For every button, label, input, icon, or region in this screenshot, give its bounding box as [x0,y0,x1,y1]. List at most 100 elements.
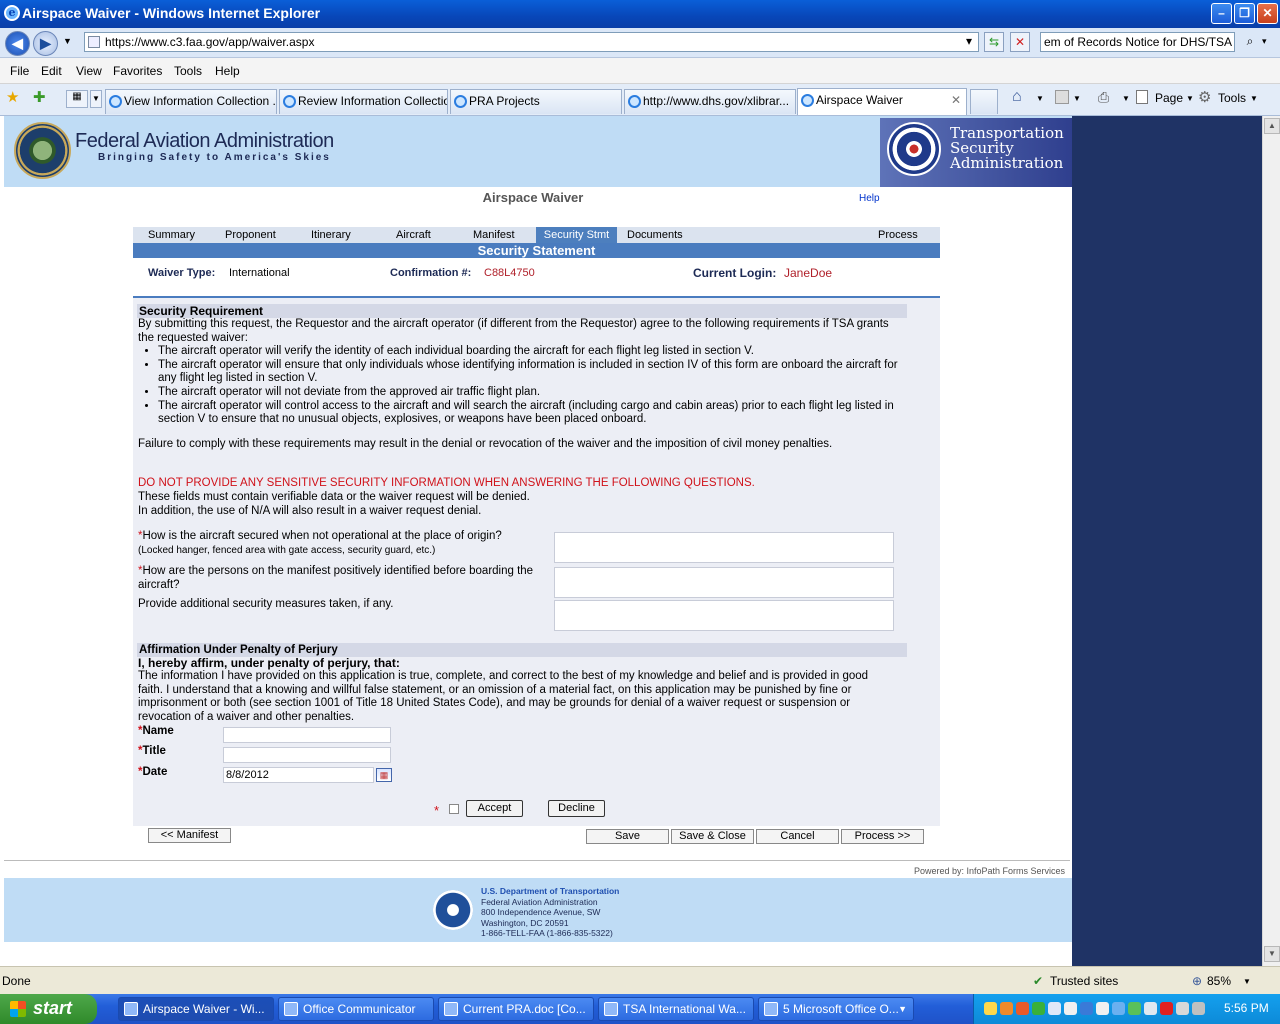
display-icon[interactable] [1144,1002,1157,1015]
add-favorite-icon[interactable]: ✚ [33,88,46,106]
date-input[interactable]: 8/8/2012 [223,767,374,783]
security-intro: By submitting this request, the Requesto… [138,318,889,344]
tray-app-icon[interactable] [1112,1002,1125,1015]
stop-icon[interactable]: ✕ [1010,32,1030,52]
name-input[interactable] [223,727,391,743]
start-button[interactable]: start [0,994,97,1024]
waiver-type-value: International [229,267,290,279]
tray-app-icon[interactable] [1128,1002,1141,1015]
scroll-down-icon[interactable]: ▼ [1264,946,1280,962]
search-input[interactable]: em of Records Notice for DHS/TSA 002 [1040,32,1235,52]
app-title: Airspace Waiver [482,190,584,205]
address-bar[interactable]: https://www.c3.faa.gov/app/waiver.aspx [84,32,979,52]
ie-page-icon [283,95,296,108]
history-dropdown-icon[interactable]: ▼ [63,36,72,46]
accept-button[interactable]: Accept [466,800,523,817]
taskbar-item-pra-doc[interactable]: Current PRA.doc [Co... [438,997,594,1021]
save-close-button[interactable]: Save & Close [671,829,754,844]
tools-menu[interactable]: Tools [1218,91,1246,105]
process-button[interactable]: Process >> [841,829,924,844]
back-button[interactable]: ◀ [5,31,30,56]
close-tab-icon[interactable]: ✕ [951,89,961,111]
favorites-star-icon[interactable]: ★ [6,88,19,106]
help-link[interactable]: Help [859,193,880,204]
title-label: *Title [138,745,166,757]
feeds-dropdown-icon[interactable]: ▼ [1073,94,1081,103]
menu-edit[interactable]: Edit [41,64,62,78]
vertical-scrollbar[interactable]: ▲ ▼ [1262,116,1280,966]
browser-tab-view-info[interactable]: View Information Collection ... [105,89,277,114]
menu-favorites[interactable]: Favorites [113,64,162,78]
address-dropdown-icon[interactable]: ▾ [962,32,976,52]
tab-itinerary[interactable]: Itinerary [311,229,351,241]
tab-security-stmt[interactable]: Security Stmt [536,227,617,243]
zoom-dropdown-icon[interactable]: ▼ [1243,977,1251,986]
tray-app-icon[interactable] [1000,1002,1013,1015]
minimize-button[interactable]: – [1211,3,1232,24]
search-icon[interactable]: ⌕ [1240,32,1260,52]
tray-app-icon[interactable] [1016,1002,1029,1015]
search-icon[interactable] [1048,1002,1061,1015]
page-dropdown-icon[interactable]: ▼ [1186,94,1194,103]
tab-documents[interactable]: Documents [627,229,683,241]
q1-input[interactable] [554,532,894,563]
dot-seal-icon [433,890,473,930]
maximize-button[interactable]: ❐ [1234,3,1255,24]
scroll-up-icon[interactable]: ▲ [1264,118,1280,134]
taskbar-item-office[interactable]: 5 Microsoft Office O... ▼ [758,997,914,1021]
home-icon[interactable]: ⌂ [1012,88,1022,106]
network-icon[interactable] [1032,1002,1045,1015]
zoom-level[interactable]: 85% [1207,974,1231,988]
taskbar-item-communicator[interactable]: Office Communicator [278,997,434,1021]
page-menu[interactable]: Page [1155,91,1183,105]
tab-list-dropdown-icon[interactable]: ▼ [90,90,102,108]
search-dropdown-icon[interactable]: ▾ [1262,36,1267,47]
browser-tab-airspace-waiver[interactable]: Airspace Waiver ✕ [797,88,967,115]
gear-icon: ⚙ [1198,89,1212,106]
tray-app-icon[interactable] [1080,1002,1093,1015]
ie-page-icon [628,95,641,108]
cancel-button[interactable]: Cancel [756,829,839,844]
tab-process[interactable]: Process [878,229,918,241]
mail-icon[interactable] [984,1002,997,1015]
browser-tab-review-info[interactable]: Review Information Collection [279,89,448,114]
tab-proponent[interactable]: Proponent [225,229,276,241]
print-icon[interactable]: ⎙ [1098,89,1109,106]
address-toolbar: ◀ ▶ ▼ https://www.c3.faa.gov/app/waiver.… [0,28,1280,58]
volume-icon[interactable] [1192,1002,1205,1015]
prev-manifest-button[interactable]: << Manifest [148,828,231,843]
refresh-icon[interactable]: ⇆ [984,32,1004,52]
tab-summary[interactable]: Summary [148,229,195,241]
q2-input[interactable] [554,567,894,598]
tray-app-icon[interactable] [1064,1002,1077,1015]
browser-tab-pra-projects[interactable]: PRA Projects [450,89,622,114]
feeds-icon[interactable] [1055,90,1069,104]
accept-checkbox[interactable] [449,804,459,814]
save-button[interactable]: Save [586,829,669,844]
taskbar-item-tsa[interactable]: TSA International Wa... [598,997,754,1021]
menu-tools[interactable]: Tools [174,64,202,78]
new-tab-button[interactable] [970,89,998,114]
menu-file[interactable]: File [10,64,29,78]
tab-aircraft[interactable]: Aircraft [396,229,431,241]
home-dropdown-icon[interactable]: ▼ [1036,94,1044,103]
menu-view[interactable]: View [76,64,102,78]
menu-help[interactable]: Help [215,64,240,78]
browser-tab-dhs[interactable]: http://www.dhs.gov/xlibrar... [624,89,796,114]
decline-button[interactable]: Decline [548,800,605,817]
antivirus-icon[interactable] [1160,1002,1173,1015]
q3-input[interactable] [554,600,894,631]
forward-button[interactable]: ▶ [33,31,58,56]
taskbar-item-airspace-waiver[interactable]: Airspace Waiver - Wi... [118,997,274,1021]
title-input[interactable] [223,747,391,763]
calendar-icon[interactable]: ▦ [376,768,392,782]
tray-app-icon[interactable] [1176,1002,1189,1015]
print-dropdown-icon[interactable]: ▼ [1122,94,1130,103]
tools-dropdown-icon[interactable]: ▼ [1250,94,1258,103]
ie-page-icon [801,94,814,107]
group-dropdown-icon[interactable]: ▼ [898,998,907,1020]
quick-tabs-icon[interactable]: ▦ [66,90,88,108]
tray-app-icon[interactable] [1096,1002,1109,1015]
close-button[interactable]: ✕ [1257,3,1278,24]
tab-manifest[interactable]: Manifest [473,229,515,241]
